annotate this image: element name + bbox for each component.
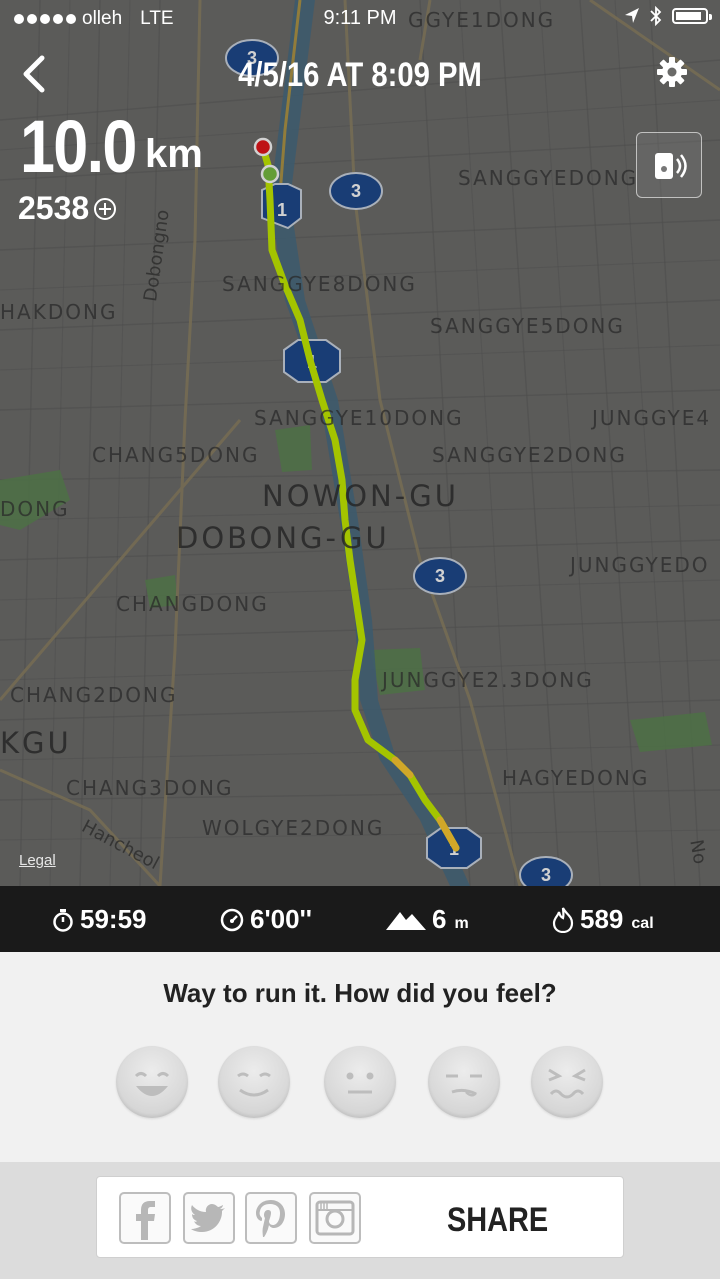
calories-unit: cal <box>631 914 654 932</box>
elevation-value: 6 <box>432 904 447 934</box>
speedometer-icon <box>220 908 244 931</box>
district-label: HAGYEDONG <box>502 766 650 790</box>
district-label: WOLGYE2DONG <box>202 816 385 840</box>
status-right <box>624 6 712 26</box>
calories-stat: 589 cal <box>552 904 654 935</box>
mood-selector <box>0 1046 720 1122</box>
battery-icon <box>672 8 712 24</box>
district-label: SANGGYE8DONG <box>222 272 417 296</box>
svg-text:3: 3 <box>435 566 445 586</box>
duration-stat: 59:59 <box>52 904 147 935</box>
page-title: 4/5/16 AT 8:09 PM <box>238 56 482 94</box>
svg-text:3: 3 <box>351 181 361 201</box>
status-time: 9:11 PM <box>323 7 397 29</box>
district-label: SANGGYEDONG <box>458 166 639 190</box>
happy-face-icon <box>237 1072 271 1097</box>
elevation-stat: 6m <box>386 904 469 935</box>
district-label: DOBONG-GU <box>176 521 390 555</box>
share-button-label[interactable]: SHARE <box>447 1201 548 1240</box>
fuel-display: 2538 <box>18 190 117 227</box>
flame-icon <box>552 906 574 933</box>
district-label: JUNGGYEDO <box>570 553 710 577</box>
feel-prompt: Way to run it. How did you feel? <box>163 978 557 1008</box>
svg-text:1: 1 <box>277 200 287 220</box>
district-label: JUNGGYE2.3DONG <box>382 668 594 692</box>
district-label: CHANGDONG <box>116 592 269 616</box>
route-end-marker <box>253 137 273 157</box>
distance-value: 10.0 <box>20 105 137 188</box>
district-label: SANGGYE10DONG <box>254 406 464 430</box>
plus-circle-icon[interactable] <box>93 197 117 221</box>
district-label: CHANG3DONG <box>66 776 234 800</box>
location-arrow-icon <box>625 8 639 23</box>
svg-text:3: 3 <box>541 865 551 885</box>
stopwatch-icon <box>53 908 73 932</box>
district-label: NOWON-GU <box>262 479 459 513</box>
legal-link[interactable]: Legal <box>19 852 56 869</box>
stats-bar: 59:59 6'00'' 6m 589 cal <box>0 886 720 952</box>
share-card[interactable]: SHARE <box>96 1176 624 1258</box>
bluetooth-icon <box>650 6 662 26</box>
mountain-icon <box>386 911 426 930</box>
district-label: SANGGYE2DONG <box>432 443 627 467</box>
happy-face-button[interactable] <box>218 1046 290 1118</box>
district-label: HAKDONG <box>0 300 118 324</box>
audio-feedback-button[interactable] <box>636 132 702 198</box>
neutral-face-button[interactable] <box>324 1046 396 1118</box>
twitter-icon[interactable] <box>183 1192 235 1244</box>
tired-face-button[interactable] <box>531 1046 603 1118</box>
share-area: SHARE <box>0 1162 720 1279</box>
district-label: SANGGYE5DONG <box>430 314 625 338</box>
instagram-icon[interactable] <box>309 1192 361 1244</box>
pinterest-icon[interactable] <box>245 1192 297 1244</box>
facebook-icon[interactable] <box>119 1192 171 1244</box>
status-bar: olleh LTE 9:11 PM <box>0 0 720 38</box>
distance-unit: km <box>145 132 203 176</box>
distance-display: 10.0 km <box>20 104 203 189</box>
gear-icon[interactable] <box>656 56 688 88</box>
district-label: CHANG2DONG <box>10 683 178 707</box>
audio-feedback-icon <box>655 153 687 179</box>
fuel-value: 2538 <box>18 190 90 226</box>
pace-stat: 6'00'' <box>220 904 312 935</box>
district-label: CHANG5DONG <box>92 443 260 467</box>
district-label: JUNGGYE4 <box>592 406 712 430</box>
neutral-face-icon <box>346 1072 374 1094</box>
chevron-left-icon[interactable] <box>18 54 54 94</box>
awesome-face-icon <box>134 1072 170 1096</box>
awesome-face-button[interactable] <box>116 1046 188 1118</box>
route-start-marker <box>260 164 280 184</box>
calories-value: 589 <box>580 904 624 934</box>
tired-face-icon <box>548 1068 586 1099</box>
district-label: DONG <box>0 497 70 521</box>
duration-value: 59:59 <box>80 904 147 934</box>
road-label: No <box>685 838 711 866</box>
meh-face-icon <box>446 1074 482 1097</box>
elevation-unit: m <box>454 914 469 932</box>
meh-face-button[interactable] <box>428 1046 500 1118</box>
pace-value: 6'00'' <box>250 904 312 934</box>
district-label: KGU <box>0 726 72 760</box>
